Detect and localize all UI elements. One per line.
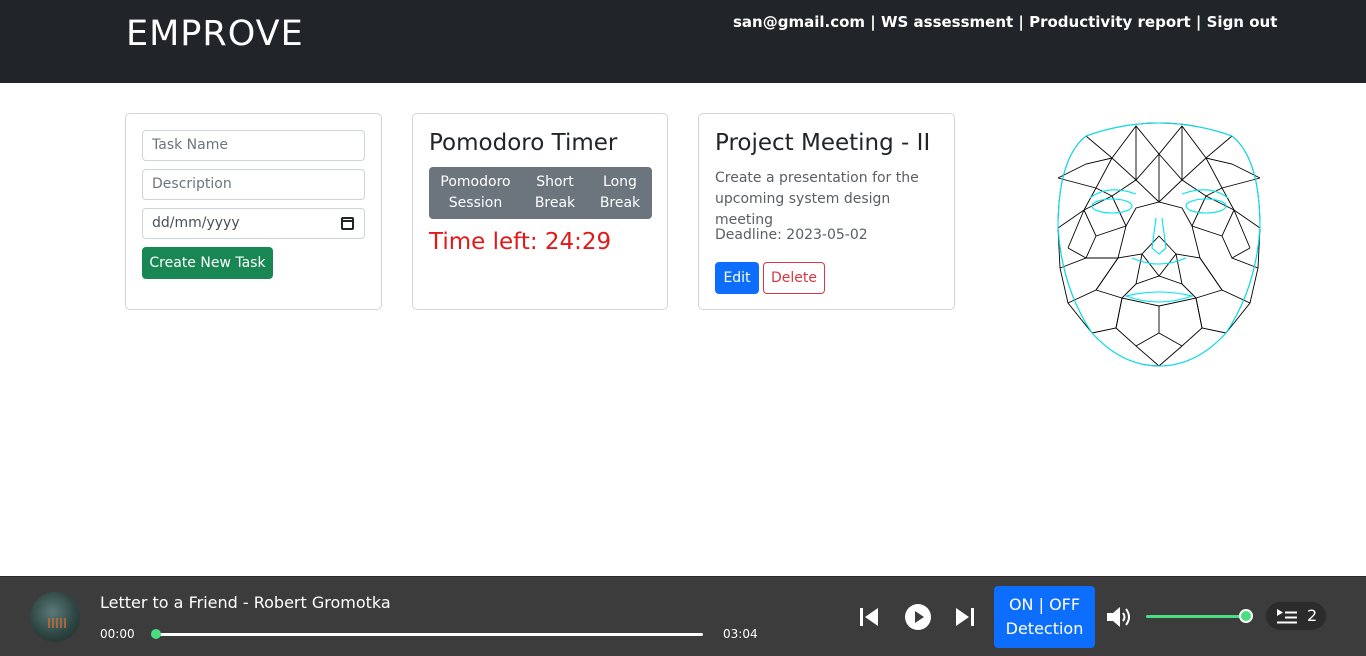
queue-list-icon: [1277, 609, 1297, 624]
ws-assessment-link[interactable]: | WS assessment: [865, 13, 1013, 31]
detection-toggle-label: ON | OFF: [1008, 595, 1081, 614]
date-input[interactable]: dd/mm/yyyy: [142, 208, 365, 239]
progress-slider-handle[interactable]: [151, 629, 161, 639]
task-deadline: Deadline: 2023-05-02: [715, 227, 868, 243]
nav-links: san@gmail.com | WS assessment | Producti…: [733, 13, 1277, 31]
brand-logo[interactable]: EMPROVE: [126, 14, 304, 54]
volume-icon[interactable]: [1105, 604, 1133, 630]
edit-button[interactable]: Edit: [715, 262, 759, 294]
calendar-icon[interactable]: [341, 217, 354, 230]
task-name-input[interactable]: Task Name: [142, 130, 365, 161]
short-break-button[interactable]: Short Break: [522, 167, 588, 219]
date-placeholder: dd/mm/yyyy: [152, 215, 240, 231]
time-left-display: Time left: 24:29: [429, 229, 612, 255]
skip-previous-icon[interactable]: [858, 605, 880, 629]
navbar: EMPROVE san@gmail.com | WS assessment | …: [0, 0, 1366, 83]
pomodoro-session-button[interactable]: Pomodoro Session: [429, 167, 522, 219]
productivity-report-link[interactable]: | Productivity report: [1013, 13, 1190, 31]
current-time: 00:00: [100, 627, 135, 641]
pomodoro-mode-group: Pomodoro Session Short Break Long Break: [429, 167, 652, 219]
queue-button[interactable]: 2: [1266, 602, 1326, 630]
description-input[interactable]: Description: [142, 169, 365, 200]
volume-slider-handle[interactable]: [1239, 609, 1253, 623]
user-email-link[interactable]: san@gmail.com: [733, 13, 865, 31]
volume-slider[interactable]: [1146, 615, 1246, 618]
pomodoro-card: Pomodoro Timer Pomodoro Session Short Br…: [412, 113, 668, 310]
skip-next-icon[interactable]: [954, 605, 976, 629]
pomodoro-title: Pomodoro Timer: [429, 130, 618, 156]
sign-out-link[interactable]: | Sign out: [1191, 13, 1277, 31]
long-break-button[interactable]: Long Break: [588, 167, 652, 219]
create-task-button[interactable]: Create New Task: [142, 247, 273, 279]
task-card: Project Meeting - II Create a presentati…: [698, 113, 955, 310]
track-title: Letter to a Friend - Robert Gromotka: [100, 593, 391, 612]
album-art: [30, 592, 80, 642]
progress-slider[interactable]: [156, 633, 703, 636]
create-task-card: Task Name Description dd/mm/yyyy Create …: [125, 113, 382, 310]
face-mesh-image: [1057, 122, 1261, 367]
music-player-bar: Letter to a Friend - Robert Gromotka 00:…: [0, 576, 1366, 656]
task-description: Create a presentation for the upcoming s…: [715, 170, 919, 228]
detection-toggle-button[interactable]: ON | OFF Detection: [994, 586, 1095, 648]
detection-label: Detection: [1005, 619, 1084, 638]
queue-count: 2: [1307, 606, 1318, 625]
total-time: 03:04: [723, 627, 758, 641]
task-title: Project Meeting - II: [715, 130, 931, 156]
delete-button[interactable]: Delete: [763, 262, 825, 294]
play-icon[interactable]: [904, 603, 932, 631]
